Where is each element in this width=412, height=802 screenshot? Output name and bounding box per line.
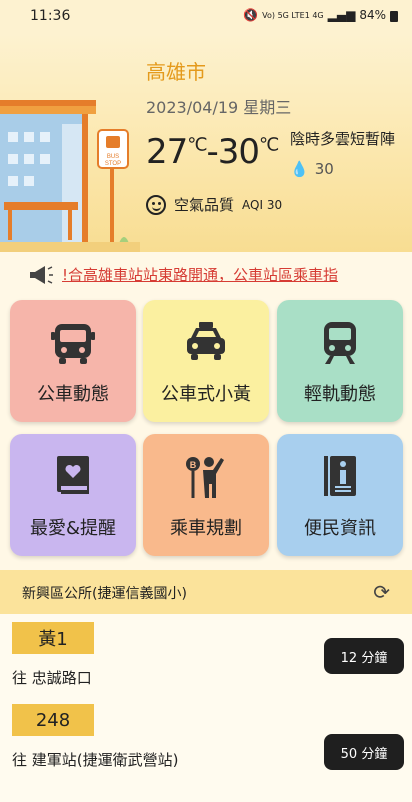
tile-public-info[interactable]: 便民資訊: [277, 434, 403, 556]
status-bar: 11:36 🔇 Vo) 5G LTE1 4G ▂▄▆ 84%: [0, 0, 412, 34]
announcement-text[interactable]: !合高雄車站站東路開通，公車站區乘車指: [62, 264, 402, 285]
svg-text:STOP: STOP: [105, 161, 121, 167]
route-number[interactable]: 黃1: [12, 622, 94, 654]
bus-icon: [10, 320, 136, 366]
route-destination: 往 忠誠路口: [12, 669, 92, 687]
refresh-icon[interactable]: ⟳: [373, 580, 390, 604]
aqi-value: AQI 30: [242, 197, 283, 212]
temperature: 27℃-30℃: [146, 132, 279, 172]
stop-bar[interactable]: 新興區公所(捷運信義國小) ⟳: [0, 570, 412, 614]
temp-low: 27: [146, 132, 188, 172]
raindrop-icon: 💧: [290, 160, 309, 178]
tile-light-rail[interactable]: 輕軌動態: [277, 300, 403, 422]
battery-percent: 84%: [359, 8, 386, 22]
status-indicators: 🔇 Vo) 5G LTE1 4G ▂▄▆ 84%: [243, 8, 398, 22]
signal-icon: ▂▄▆: [327, 8, 356, 22]
smile-icon: [146, 194, 166, 215]
route-number[interactable]: 248: [12, 704, 94, 736]
svg-text:B: B: [190, 460, 197, 470]
bus-stop-illustration: BUS STOP: [0, 100, 140, 252]
aqi-label: 空氣品質: [174, 196, 235, 214]
mute-icon: 🔇: [243, 8, 259, 22]
status-time: 11:36: [30, 8, 71, 24]
rain-chance-value: 30: [314, 160, 334, 178]
tile-bus-dynamics[interactable]: 公車動態: [10, 300, 136, 422]
eta-badge[interactable]: 50 分鐘: [324, 734, 404, 770]
eta-badge[interactable]: 12 分鐘: [324, 638, 404, 674]
tile-label: 乘車規劃: [170, 518, 242, 539]
weather-description: 陰時多雲短暫陣: [290, 130, 396, 148]
weather-header: BUS STOP 高雄市 2023/04/19 星期三 27℃-30℃ 陰時多雲…: [0, 34, 412, 252]
tile-label: 公車式小黃: [161, 384, 251, 405]
svg-text:BUS: BUS: [107, 154, 119, 160]
city-name: 高雄市: [146, 60, 206, 84]
tile-label: 最愛&提醒: [29, 518, 117, 539]
tile-bus-taxi[interactable]: 公車式小黃: [143, 300, 269, 422]
info-book-icon: [277, 454, 403, 498]
trip-planner-icon: B: [143, 454, 269, 500]
date-text: 2023/04/19 星期三: [146, 98, 292, 117]
train-icon: [277, 320, 403, 366]
tile-label: 便民資訊: [304, 518, 376, 539]
taxi-icon: [143, 320, 269, 364]
favorite-book-icon: [10, 454, 136, 498]
tile-label: 公車動態: [37, 384, 109, 405]
temp-high: 30: [217, 132, 260, 172]
tile-label: 輕軌動態: [304, 384, 376, 405]
battery-icon: [390, 10, 398, 22]
rain-chance: 💧 30: [290, 160, 334, 178]
route-destination: 往 建軍站(捷運衛武營站): [12, 751, 179, 769]
air-quality: 空氣品質 AQI 30: [146, 194, 282, 215]
announcement-bar[interactable]: !合高雄車站站東路開通，公車站區乘車指: [0, 252, 412, 298]
megaphone-icon: [28, 265, 54, 289]
tile-favorites[interactable]: 最愛&提醒: [10, 434, 136, 556]
stop-name: 新興區公所(捷運信義國小): [22, 586, 187, 602]
signal-text: Vo) 5G LTE1 4G: [262, 10, 324, 20]
temp-unit-low: ℃: [187, 134, 207, 156]
temp-unit-high: ℃: [259, 134, 279, 156]
route-list: 黃1 往 忠誠路口 12 分鐘 248 往 建軍站(捷運衛武營站) 50 分鐘: [0, 614, 412, 802]
tile-trip-planner[interactable]: B 乘車規劃: [143, 434, 269, 556]
